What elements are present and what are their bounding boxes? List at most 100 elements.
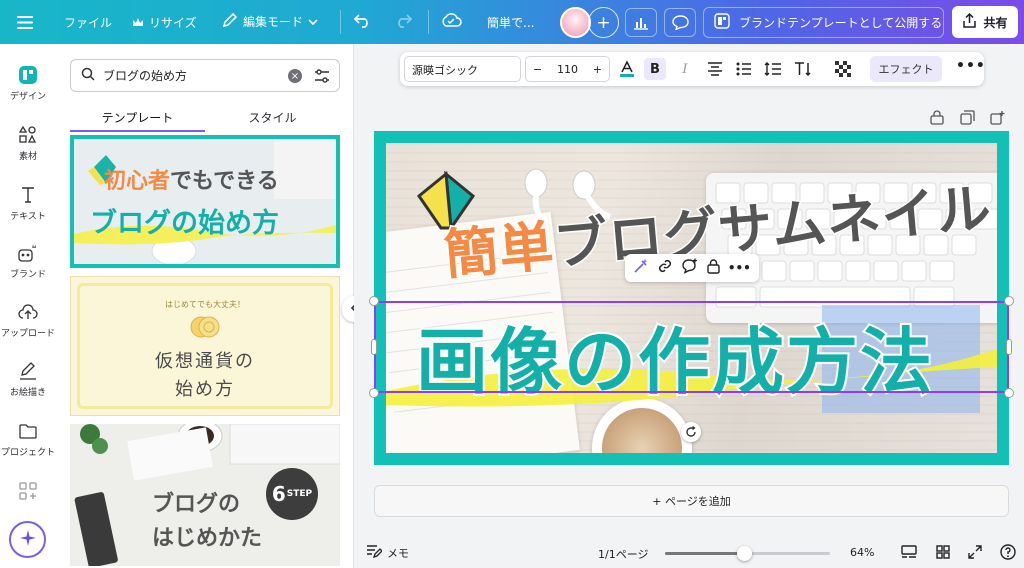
notes-icon: [366, 544, 383, 561]
tab-templates[interactable]: テンプレート: [70, 102, 205, 132]
divider: [428, 10, 429, 34]
font-size-increase-button[interactable]: +: [593, 63, 602, 76]
add-page-icon[interactable]: [988, 108, 1006, 126]
search-icon: [81, 67, 95, 84]
cloud-check-icon[interactable]: [440, 12, 462, 28]
rail-item-text[interactable]: テキスト: [0, 184, 56, 222]
rotate-handle[interactable]: [681, 422, 701, 442]
fullscreen-icon[interactable]: [966, 543, 984, 561]
apps-icon: [16, 480, 40, 502]
rail-item-upload[interactable]: アップロード: [0, 301, 56, 339]
share-button[interactable]: 共有: [952, 6, 1018, 38]
sparkle-icon: [19, 529, 37, 551]
element-context-toolbar: •••: [625, 254, 759, 282]
vertical-text-icon[interactable]: [792, 58, 814, 80]
add-page-button[interactable]: + ページを追加: [374, 485, 1009, 517]
zoom-slider[interactable]: [665, 546, 830, 561]
lock-icon[interactable]: [706, 258, 720, 278]
file-menu[interactable]: ファイル: [64, 14, 112, 31]
rail-item-projects[interactable]: プロジェクト: [0, 420, 56, 458]
rail-label: デザイン: [9, 92, 46, 102]
more-options-button[interactable]: •••: [956, 58, 985, 80]
left-rail: デザイン 素材 テキスト ブランド アップロード お絵描き プロジェクト: [0, 44, 56, 568]
publish-label: ブランドテンプレートとして公開する: [739, 16, 943, 30]
font-size-stepper: − 110 +: [525, 56, 610, 82]
font-dropdown[interactable]: 源暎ゴシック: [404, 56, 521, 82]
draw-icon: [16, 360, 40, 382]
help-icon[interactable]: [999, 543, 1017, 561]
edit-mode-dropdown[interactable]: 編集モード: [222, 12, 318, 31]
resize-label: リサイズ: [149, 16, 197, 30]
resize-handle[interactable]: [369, 388, 379, 398]
rail-label: お絵描き: [9, 388, 46, 398]
brand-icon: [16, 242, 40, 264]
rail-label: ブランド: [9, 270, 46, 280]
template-card[interactable]: はじめてでも大丈夫！ 仮想通貨の 始め方: [70, 276, 340, 416]
template-title: ブログの: [152, 492, 241, 517]
add-comment-icon[interactable]: [681, 258, 698, 278]
divider: [340, 10, 341, 34]
page-counter[interactable]: 1/1ページ: [598, 546, 648, 562]
line-spacing-icon[interactable]: [762, 58, 784, 80]
rail-item-elements[interactable]: 素材: [0, 124, 56, 162]
avatar[interactable]: [560, 7, 591, 38]
brand-template-icon: [714, 13, 730, 32]
effects-button[interactable]: エフェクト: [870, 56, 942, 82]
document-title[interactable]: 簡単で...: [487, 14, 534, 31]
comment-icon[interactable]: [664, 8, 696, 37]
rail-item-brand[interactable]: ブランド: [0, 242, 56, 280]
duplicate-page-icon[interactable]: [958, 108, 976, 126]
rail-item-draw[interactable]: お絵描き: [0, 360, 56, 398]
rail-item-apps[interactable]: [0, 480, 56, 502]
panel-tabs: テンプレート スタイル: [70, 102, 340, 132]
upload-icon: [16, 301, 40, 323]
publish-brand-template-button[interactable]: ブランドテンプレートとして公開する: [703, 7, 944, 38]
grid-view-icon[interactable]: [934, 543, 952, 561]
zoom-level[interactable]: 64%: [850, 546, 874, 559]
page-view-icon[interactable]: [900, 543, 918, 561]
align-center-icon[interactable]: [704, 58, 726, 80]
template-arc-text: はじめてでも大丈夫！: [165, 300, 245, 309]
zoom-slider-fill: [665, 552, 745, 555]
template-card[interactable]: 初心者でもできる ブログの始め方: [70, 135, 340, 268]
folder-icon: [16, 420, 40, 442]
undo-icon[interactable]: [354, 12, 372, 28]
transparency-icon[interactable]: [832, 58, 854, 80]
plus-icon[interactable]: +: [588, 7, 619, 38]
design-icon: [16, 64, 40, 86]
rail-label: プロジェクト: [0, 448, 55, 458]
bottom-bar: メモ 1/1ページ 64%: [354, 538, 1024, 568]
template-subtitle: 始め方: [175, 379, 235, 400]
resize-button[interactable]: リサイズ: [132, 14, 197, 31]
resize-handle[interactable]: [1004, 388, 1014, 398]
magic-edit-icon[interactable]: [633, 258, 649, 278]
rail-item-design[interactable]: デザイン: [0, 64, 56, 102]
design-canvas[interactable]: 簡単ブログサムネイル 画像の作成方法: [374, 131, 1009, 465]
template-line: 初心者でもできる: [104, 169, 279, 194]
pencil-icon: [222, 12, 238, 31]
redo-icon[interactable]: [394, 12, 412, 28]
search-input[interactable]: [103, 68, 283, 83]
zoom-slider-knob[interactable]: [737, 546, 753, 561]
chart-icon[interactable]: [625, 8, 657, 37]
lock-icon[interactable]: [928, 108, 946, 126]
clear-search-icon[interactable]: ×: [288, 69, 302, 83]
resize-handle[interactable]: [1004, 296, 1014, 306]
resize-handle[interactable]: [371, 339, 377, 355]
filter-icon[interactable]: [313, 67, 331, 88]
link-icon[interactable]: [657, 258, 673, 278]
magic-sparkle-button[interactable]: [9, 521, 46, 558]
notes-button[interactable]: メモ: [366, 544, 409, 561]
menu-icon[interactable]: [14, 11, 36, 33]
bold-button[interactable]: B: [644, 58, 666, 80]
resize-handle[interactable]: [1006, 339, 1012, 355]
italic-button[interactable]: I: [674, 58, 696, 80]
tab-styles[interactable]: スタイル: [205, 102, 340, 132]
font-size-value[interactable]: 110: [557, 63, 578, 76]
text-color-icon[interactable]: [616, 58, 638, 80]
resize-handle[interactable]: [369, 296, 379, 306]
font-size-decrease-button[interactable]: −: [533, 63, 542, 76]
template-card[interactable]: ブログの はじめかた 6 STEP: [70, 424, 340, 566]
more-icon[interactable]: •••: [728, 261, 751, 275]
list-icon[interactable]: [733, 58, 755, 80]
